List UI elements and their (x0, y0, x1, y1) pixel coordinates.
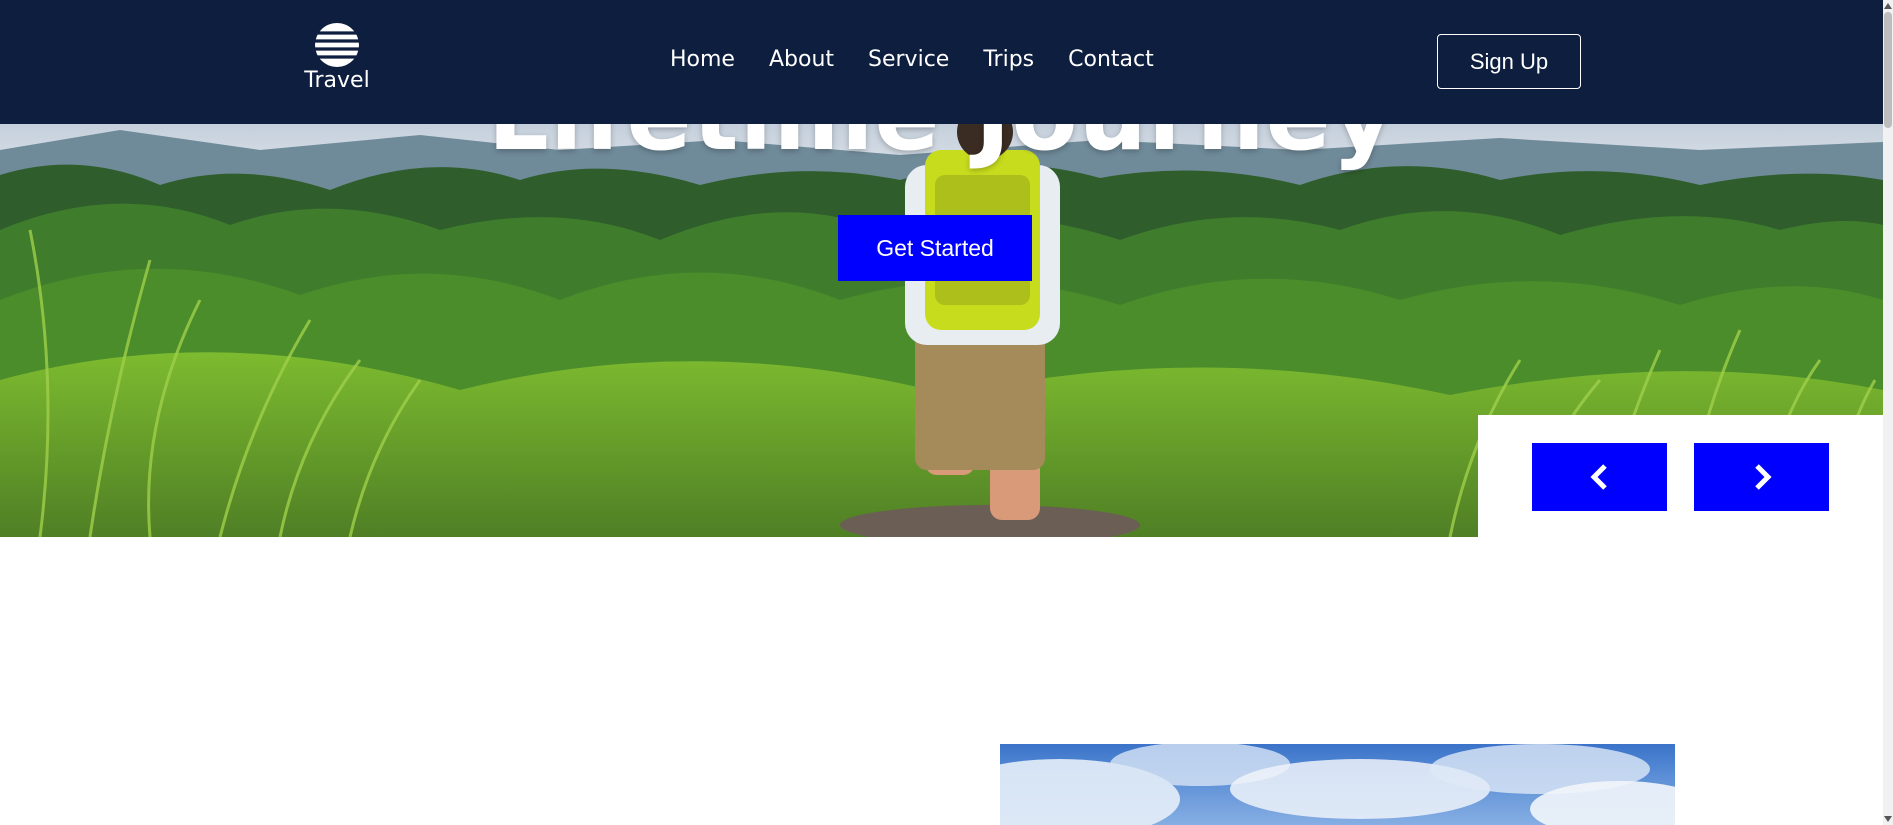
slider-controls (1478, 415, 1883, 537)
nav-about[interactable]: About (769, 47, 834, 72)
chevron-left-icon (1589, 464, 1607, 490)
brand-logo[interactable]: Travel (302, 22, 372, 94)
scroll-thumb[interactable] (1884, 12, 1892, 128)
chevron-right-icon (1754, 464, 1772, 490)
scrollbar[interactable] (1883, 0, 1893, 825)
nav-service[interactable]: Service (868, 47, 949, 72)
nav-contact[interactable]: Contact (1068, 47, 1154, 72)
nav-home[interactable]: Home (670, 47, 735, 72)
get-started-button[interactable]: Get Started (838, 215, 1032, 281)
nav-trips[interactable]: Trips (983, 47, 1034, 72)
navbar: Travel Home About Service Trips Contact … (0, 0, 1883, 124)
slider-next-button[interactable] (1694, 443, 1829, 511)
sign-up-button[interactable]: Sign Up (1437, 34, 1581, 89)
scroll-down-arrow-icon[interactable] (1884, 816, 1892, 822)
main-nav: Home About Service Trips Contact (670, 47, 1154, 72)
slider-prev-button[interactable] (1532, 443, 1667, 511)
sky-clouds (1000, 744, 1675, 825)
scroll-up-arrow-icon[interactable] (1884, 3, 1892, 9)
brand-name: Travel (304, 68, 370, 93)
globe-icon (311, 23, 363, 67)
sky-image (1000, 744, 1675, 825)
